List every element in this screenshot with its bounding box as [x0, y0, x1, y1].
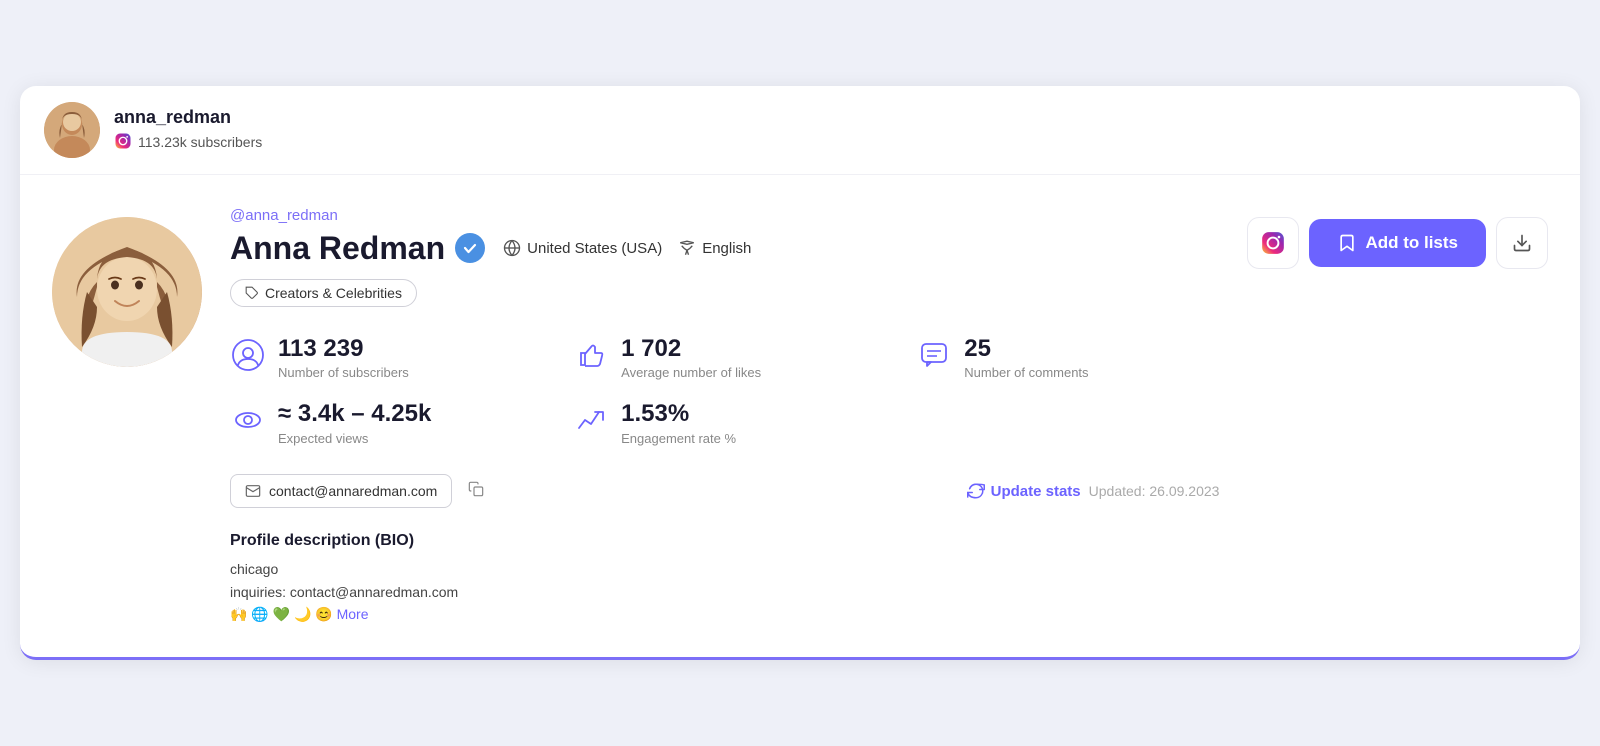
likes-icon: [573, 337, 609, 373]
likes-label: Average number of likes: [621, 365, 761, 380]
comments-label: Number of comments: [964, 365, 1088, 380]
add-to-lists-label: Add to lists: [1365, 233, 1458, 253]
action-row: Add to lists: [1247, 217, 1548, 269]
instagram-icon-small: [114, 132, 132, 153]
profile-details: @anna_redman Anna Redman: [230, 207, 1219, 626]
download-button[interactable]: [1496, 217, 1548, 269]
bio-text: chicago inquiries: contact@annaredman.co…: [230, 558, 1219, 625]
views-value: ≈ 3.4k – 4.25k: [278, 400, 431, 429]
action-panel: Add to lists: [1247, 207, 1548, 626]
subscribers-icon: [230, 337, 266, 373]
profile-name: Anna Redman: [230, 230, 445, 267]
engagement-value: 1.53%: [621, 400, 736, 429]
language-tag: English: [678, 239, 751, 257]
subscribers-value: 113 239: [278, 335, 409, 364]
engagement-label: Engagement rate %: [621, 431, 736, 446]
contact-left: contact@annaredman.com: [230, 474, 490, 508]
header-meta: 113.23k subscribers: [114, 132, 262, 153]
update-stats-row: Update stats Updated: 26.09.2023: [967, 482, 1220, 500]
verified-badge: [455, 233, 485, 263]
language-text: English: [702, 240, 751, 257]
contact-row: contact@annaredman.com: [230, 474, 1219, 508]
bio-section: Profile description (BIO) chicago inquir…: [230, 532, 1219, 625]
stats-grid: 113 239 Number of subscribers 1 702: [230, 335, 1219, 447]
main-content: @anna_redman Anna Redman: [20, 175, 1580, 658]
engagement-icon: [573, 402, 609, 438]
profile-handle[interactable]: @anna_redman: [230, 207, 1219, 224]
update-stats-label: Update stats: [991, 483, 1081, 500]
category-label: Creators & Celebrities: [265, 285, 402, 301]
update-stats-button[interactable]: Update stats: [967, 482, 1081, 500]
stat-views: ≈ 3.4k – 4.25k Expected views: [230, 400, 533, 446]
profile-card: anna_redman: [20, 86, 1580, 661]
bio-line-2: inquiries: contact@annaredman.com: [230, 584, 458, 600]
bio-title: Profile description (BIO): [230, 532, 1219, 550]
copy-email-button[interactable]: [462, 479, 490, 504]
bio-more-link[interactable]: More: [337, 606, 369, 622]
header-info: anna_redman: [114, 107, 262, 153]
header-bar: anna_redman: [20, 86, 1580, 175]
views-icon: [230, 402, 266, 438]
email-address: contact@annaredman.com: [269, 483, 437, 499]
comments-value: 25: [964, 335, 1088, 364]
profile-avatar: [52, 217, 202, 367]
subscribers-label: Number of subscribers: [278, 365, 409, 380]
header-subscribers: 113.23k subscribers: [138, 134, 262, 150]
header-avatar: [44, 102, 100, 158]
name-row: Anna Redman United States (US: [230, 230, 1219, 267]
comments-icon: [916, 337, 952, 373]
location-text: United States (USA): [527, 240, 662, 257]
likes-value: 1 702: [621, 335, 761, 364]
category-tag: Creators & Celebrities: [230, 279, 417, 307]
stat-likes: 1 702 Average number of likes: [573, 335, 876, 381]
header-username: anna_redman: [114, 107, 262, 128]
email-box: contact@annaredman.com: [230, 474, 452, 508]
add-to-lists-button[interactable]: Add to lists: [1309, 219, 1486, 267]
meta-row: United States (USA) English: [503, 239, 751, 257]
stat-engagement: 1.53% Engagement rate %: [573, 400, 876, 446]
location-tag: United States (USA): [503, 239, 662, 257]
instagram-platform-button[interactable]: [1247, 217, 1299, 269]
stat-subscribers: 113 239 Number of subscribers: [230, 335, 533, 381]
bio-line-1: chicago: [230, 561, 278, 577]
stat-comments: 25 Number of comments: [916, 335, 1219, 381]
bio-emojis: 🙌 🌐 💚 🌙 😊: [230, 606, 337, 622]
updated-text: Updated: 26.09.2023: [1089, 483, 1220, 499]
views-label: Expected views: [278, 431, 431, 446]
